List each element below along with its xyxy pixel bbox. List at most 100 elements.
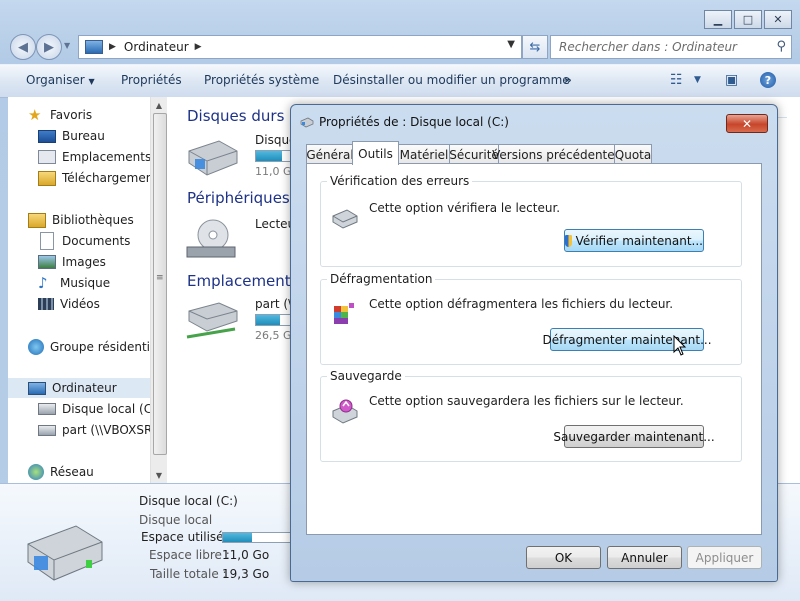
tab-previous-versions[interactable]: Versions précédentes [492,144,621,164]
scroll-up-icon[interactable]: ▲ [151,97,167,113]
search-icon: ⚲ [776,39,786,54]
address-dropdown-icon[interactable]: ▼ [507,39,515,50]
back-arrow-icon: ◀ [18,39,28,55]
breadcrumb-chevron-icon[interactable]: ▶ [195,42,202,52]
group-header-removable[interactable]: Périphériques u [187,189,304,207]
nav-network-share[interactable]: part (\\VBOXSRV) [38,420,150,440]
tools-tab-panel: Vérification des erreurs Cette option vé… [306,163,762,535]
defragmentation-text: Cette option défragmentera les fichiers … [369,297,674,311]
defragment-icon [334,303,354,324]
network-drive-icon [186,302,238,339]
nav-computer-label: Ordinateur [52,381,117,395]
computer-icon [28,381,46,395]
organize-button[interactable]: Organiser ▼ [26,73,95,87]
nav-documents[interactable]: Documents [38,231,130,251]
help-icon[interactable]: ? [760,72,776,88]
drive-share-usage-fill [256,315,280,325]
dialog-title: Propriétés de : Disque local (C:) [319,115,509,129]
network-globe-icon [28,464,44,480]
nav-computer[interactable]: Ordinateur [8,378,150,398]
nav-libraries-label: Bibliothèques [52,213,134,227]
images-icon [38,255,56,269]
details-free-value: 11,0 Go [222,548,270,562]
forward-button[interactable]: ▶ [36,34,62,60]
nav-share-label: part (\\VBOXSRV) [62,423,150,437]
apply-button[interactable]: Appliquer [687,546,762,569]
chevron-down-icon: ▼ [88,77,95,86]
documents-icon [40,232,54,250]
nav-images-label: Images [62,255,106,269]
refresh-button[interactable]: ⇆ [522,35,548,59]
view-options-icon[interactable]: ☷ [670,72,683,88]
backup-text: Cette option sauvegardera les fichiers s… [369,394,684,408]
backup-group: Sauvegarde Cette option sauvegardera les… [320,369,742,462]
tab-tools[interactable]: Outils [352,141,399,165]
cancel-button[interactable]: Annuler [607,546,682,569]
hard-drive-large-icon [27,525,103,581]
backup-now-button[interactable]: Sauvegarder maintenant... [553,425,715,448]
preview-pane-icon[interactable]: ▣ [725,72,738,88]
group-header-network-locations[interactable]: Emplacement r [187,272,302,290]
nav-downloads[interactable]: Téléchargements [38,168,150,188]
nav-homegroup[interactable]: Groupe résidentiel [28,337,150,357]
ok-button[interactable]: OK [526,546,601,569]
details-usage-fill [223,533,253,542]
close-icon: ✕ [741,116,753,131]
nav-images[interactable]: Images [38,252,106,272]
window-caption-buttons: ▁ □ ✕ [704,10,792,29]
check-now-button[interactable]: Vérifier maintenant... [564,229,704,252]
backup-drive-icon [332,399,358,424]
nav-downloads-label: Téléchargements [62,171,150,185]
group-header-hard-drives[interactable]: Disques durs (1 [187,107,305,125]
nav-network[interactable]: Réseau [28,462,94,482]
scroll-down-icon[interactable]: ▼ [151,467,167,483]
scrollbar-thumb[interactable] [153,113,167,455]
maximize-button[interactable]: □ [734,10,762,29]
system-properties-button[interactable]: Propriétés système [204,73,319,87]
breadcrumb-chevron-icon[interactable]: ▶ [109,42,116,52]
details-total-label: Taille totale : [150,567,227,581]
tab-quota[interactable]: Quota [614,144,652,164]
tab-hardware[interactable]: Matériel [398,144,450,164]
breadcrumb-computer[interactable]: Ordinateur [124,40,189,54]
mouse-pointer-icon [673,335,687,356]
organize-label: Organiser [26,73,85,87]
nav-documents-label: Documents [62,234,131,248]
history-dropdown-icon[interactable]: ▼ [64,41,70,50]
more-commands-button[interactable]: » [564,73,572,87]
minimize-button[interactable]: ▁ [704,10,732,29]
drive-title-icon [300,117,314,128]
navigation-bar: ◀ ▶ ▼ ▶ Ordinateur ▶ ▼ ⇆ Rechercher dans… [8,32,792,60]
tab-general[interactable]: Général [306,144,354,164]
nav-local-disk[interactable]: Disque local (C:) [38,399,150,419]
drive-c-usage-fill [256,151,282,161]
error-checking-group: Vérification des erreurs Cette option vé… [320,174,742,267]
search-placeholder: Rechercher dans : Ordinateur [559,40,737,54]
scrollbar-grip-icon: ≡ [156,273,164,283]
nav-videos[interactable]: Vidéos [38,294,100,314]
nav-music[interactable]: ♪ Musique [38,273,110,293]
uninstall-program-button[interactable]: Désinstaller ou modifier un programme [333,73,570,87]
backup-legend: Sauvegarde [327,369,405,383]
nav-desktop[interactable]: Bureau [38,126,105,146]
nav-favorites[interactable]: ★ Favoris [28,105,92,125]
recent-places-icon [38,150,56,164]
computer-icon [85,40,103,54]
back-button[interactable]: ◀ [10,34,36,60]
nav-recent-places[interactable]: Emplacements ré [38,147,150,167]
dialog-close-button[interactable]: ✕ [726,114,768,133]
view-dropdown-icon[interactable]: ▼ [694,75,701,85]
error-checking-text: Cette option vérifiera le lecteur. [369,201,561,215]
navigation-scrollbar[interactable]: ▲ ≡ ▼ [150,97,167,483]
close-window-button[interactable]: ✕ [764,10,792,29]
details-usage-bar [222,532,292,543]
error-checking-legend: Vérification des erreurs [327,174,473,188]
network-drive-icon [38,424,56,436]
details-total-value: 19,3 Go [222,567,270,581]
nav-network-label: Réseau [50,465,94,479]
search-input[interactable]: Rechercher dans : Ordinateur ⚲ [550,35,792,59]
nav-libraries[interactable]: Bibliothèques [28,210,134,230]
properties-button[interactable]: Propriétés [121,73,182,87]
desktop-icon [38,129,56,143]
address-bar[interactable]: ▶ Ordinateur ▶ ▼ [78,35,522,59]
